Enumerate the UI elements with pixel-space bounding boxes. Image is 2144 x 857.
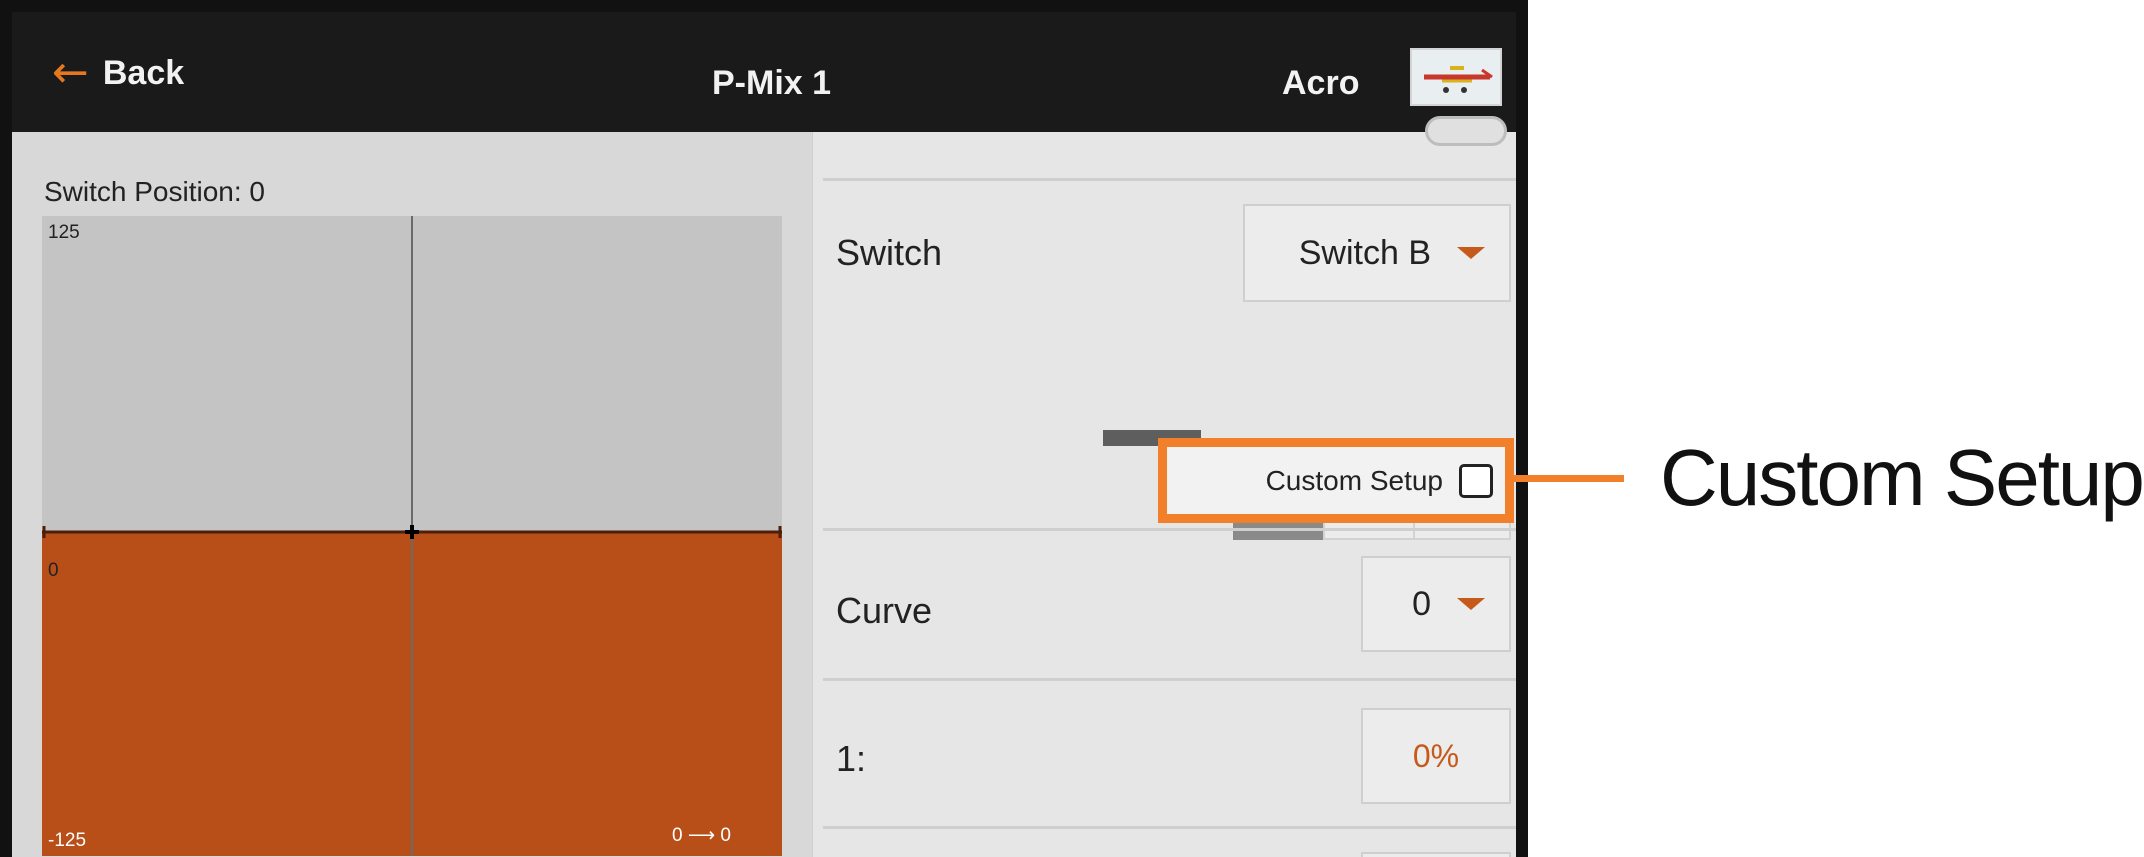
mix-curve-svg — [42, 216, 782, 856]
callout-label: Custom Setup — [1660, 433, 2144, 522]
arrow-left-icon: ← — [52, 47, 89, 98]
input-output-label: 0 ⟶ 0 — [672, 825, 731, 846]
custom-setup-label: Custom Setup — [1265, 464, 1443, 496]
back-label: Back — [102, 53, 185, 92]
switch-position-readout: Switch Position: 0 — [44, 176, 265, 207]
back-button[interactable]: ← Back — [52, 48, 184, 98]
row-divider — [823, 178, 1516, 181]
point-1-value-field[interactable]: 0% — [1361, 708, 1511, 804]
switch-dropdown[interactable]: Switch B — [1243, 204, 1511, 302]
y-min-label: -125 — [48, 830, 87, 851]
transmitter-screen: ← Back P-Mix 1 Acro Switch Position: 0 1… — [0, 0, 1528, 857]
next-value-field[interactable] — [1361, 852, 1511, 857]
row-divider — [823, 678, 1516, 681]
y-max-label: 125 — [48, 222, 80, 243]
point-1-label: 1: — [836, 738, 867, 779]
custom-setup-checkbox[interactable] — [1459, 463, 1493, 498]
mix-graph-panel: Switch Position: 0 125 0 -125 0 ⟶ 0 — [12, 132, 812, 857]
page-title: P-Mix 1 — [712, 64, 832, 102]
top-bar: ← Back P-Mix 1 Acro — [12, 12, 1516, 132]
curve-label: Curve — [836, 590, 933, 631]
switch-dropdown-value: Switch B — [1298, 233, 1431, 272]
row-divider — [823, 826, 1516, 829]
row-divider — [823, 528, 1516, 531]
custom-setup-highlight: Custom Setup — [1158, 438, 1514, 523]
switch-label: Switch — [836, 232, 943, 273]
chevron-down-icon — [1457, 598, 1485, 610]
y-zero-label: 0 — [48, 560, 59, 581]
callout-leader-line — [1514, 475, 1624, 482]
toggle-switch[interactable] — [1425, 116, 1507, 146]
mix-curve-graph: 125 0 -125 0 ⟶ 0 — [42, 216, 782, 856]
airplane-icon[interactable] — [1410, 48, 1502, 106]
chevron-down-icon — [1457, 247, 1485, 259]
model-name: Acro — [1282, 64, 1360, 102]
curve-dropdown[interactable]: 0 — [1361, 556, 1511, 652]
curve-dropdown-value: 0 — [1412, 584, 1431, 623]
point-1-value: 0% — [1412, 737, 1460, 774]
